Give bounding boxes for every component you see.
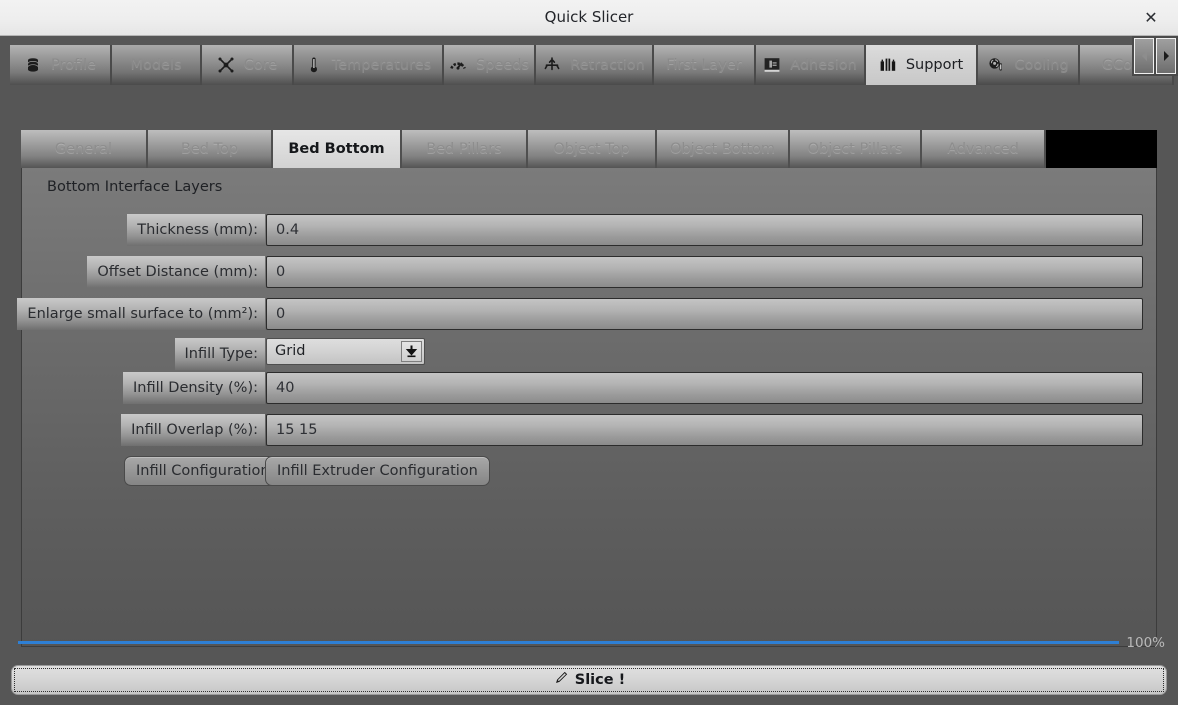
slice-button-content: Slice ! [14,668,1164,692]
tab-core[interactable]: Core [202,45,292,85]
tab-label: Profile [50,57,97,73]
thermometer-icon [305,56,323,74]
subtab-filler [1046,130,1157,168]
chevron-down-icon[interactable] [401,341,422,362]
field-row: Infill Overlap (%): 15 15 [22,414,1158,446]
main-tab-bar: Profile Models Core Temperatures Speeds Re… [0,45,1178,85]
adhesion-icon [763,56,781,74]
field-label-box: Enlarge small surface to (mm²): [17,298,265,330]
tab-profile[interactable]: Profile [10,45,110,85]
field-label: Infill Density (%): [123,372,265,404]
tab-models[interactable]: Models [112,45,200,85]
gauge-icon [449,56,467,74]
database-icon [24,56,42,74]
slice-button-label: Slice ! [574,672,626,688]
settings-panel: Bottom Interface Layers Thickness (mm): 0… [17,168,1158,647]
subtab-advanced[interactable]: Advanced [922,130,1044,168]
fan-icon [987,56,1005,74]
tab-label: Adhesion [790,57,857,73]
progress-percent-label: 100% [1126,635,1165,651]
field-label: Infill Type: [174,338,265,370]
field-input[interactable]: 40 [266,372,1143,404]
tab-label: Cooling [1014,57,1069,73]
button-label: Infill Extruder Configuration [277,463,478,479]
progress-area: 100% [0,633,1178,653]
button-infill-extruder-configuration[interactable]: Infill Extruder Configuration [265,456,490,486]
tab-scroll-controls [1132,36,1178,76]
subtab-label: Bed Top [180,141,239,157]
field-label: Thickness (mm): [127,214,265,246]
tab-first-layer[interactable]: First Layer [654,45,754,85]
field-input[interactable]: 0.4 [266,214,1143,246]
window-title: Quick Slicer [544,8,634,26]
select-value: Grid [275,343,306,359]
close-icon[interactable]: ✕ [1132,0,1170,35]
slice-button[interactable]: Slice ! [11,665,1167,695]
tab-label: Models [130,57,182,73]
progress-bar [18,641,1119,644]
field-label-box: Infill Type: [22,338,265,370]
field-row: Infill Type: Grid [22,338,1158,370]
tab-temperatures[interactable]: Temperatures [294,45,442,85]
subtab-label: Bed Pillars [426,141,502,157]
subtab-label: Object Bottom [669,141,776,157]
subtab-bed-pillars[interactable]: Bed Pillars [402,130,526,168]
tab-label: Speeds [475,57,529,73]
app-body: Profile Models Core Temperatures Speeds Re… [0,36,1178,705]
tab-label: Temperatures [331,57,432,73]
chevron-right-icon[interactable] [1156,38,1176,74]
tab-retraction[interactable]: Retraction [536,45,652,85]
subtab-label: Advanced [947,141,1019,157]
field-row: Enlarge small surface to (mm²): 0 [17,298,1158,330]
subtab-label: Object Top [553,141,630,157]
field-row: Offset Distance (mm): 0 [22,256,1158,288]
subtab-bed-bottom[interactable]: Bed Bottom [273,130,400,168]
field-label: Enlarge small surface to (mm²): [17,298,265,330]
field-input[interactable]: 15 15 [266,414,1143,446]
subtab-bed-top[interactable]: Bed Top [148,130,271,168]
subtab-label: General [54,141,113,157]
subtab-object-pillars[interactable]: Object Pillars [790,130,920,168]
subtab-object-top[interactable]: Object Top [528,130,655,168]
field-label-box: Thickness (mm): [22,214,265,246]
tab-adhesion[interactable]: Adhesion [756,45,864,85]
field-input[interactable]: 0 [266,298,1143,330]
tab-label: First Layer [666,57,742,73]
retract-icon [543,56,561,74]
chevron-left-icon[interactable] [1134,38,1154,74]
button-label: Infill Configuration [136,463,270,479]
group-title: Bottom Interface Layers [47,179,223,195]
tab-support[interactable]: Support [866,45,976,85]
field-row: Infill Density (%): 40 [22,372,1158,404]
field-label: Infill Overlap (%): [121,414,265,446]
tab-label: Core [243,57,278,73]
subtab-label: Bed Bottom [288,141,385,157]
field-label-box: Offset Distance (mm): [22,256,265,288]
field-label-box: Infill Density (%): [22,372,265,404]
tab-label: Retraction [570,57,645,73]
pillars-icon [879,56,897,74]
infill-type-select[interactable]: Grid [266,338,425,365]
tab-label: Support [905,57,964,73]
tab-speeds[interactable]: Speeds [444,45,534,85]
button-infill-configuration[interactable]: Infill Configuration [124,456,282,486]
field-row: Thickness (mm): 0.4 [22,214,1158,246]
field-input[interactable]: 0 [266,256,1143,288]
subtab-object-bottom[interactable]: Object Bottom [657,130,788,168]
field-label-box: Infill Overlap (%): [22,414,265,446]
subtab-general[interactable]: General [21,130,146,168]
title-bar: Quick Slicer ✕ [0,0,1178,36]
subtab-label: Object Pillars [807,141,903,157]
knife-icon [553,671,568,690]
tab-cooling[interactable]: Cooling [978,45,1078,85]
nozzle-icon [217,56,235,74]
sub-tab-bar: General Bed Top Bed Bottom Bed Pillars Objec… [21,130,1157,168]
field-label: Offset Distance (mm): [87,256,265,288]
